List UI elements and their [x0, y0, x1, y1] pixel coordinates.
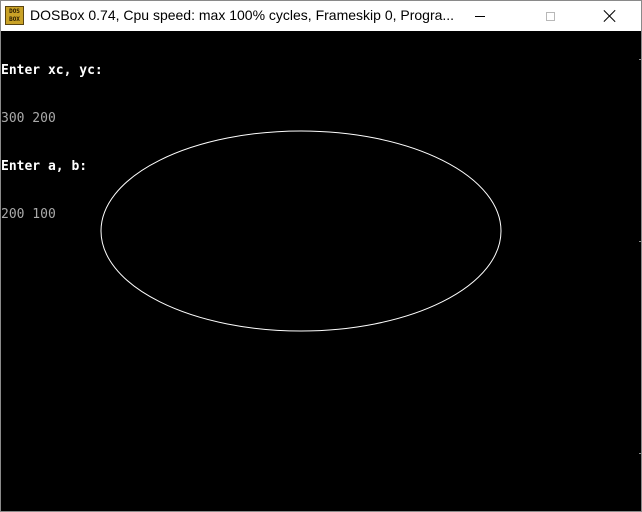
window-title: DOSBox 0.74, Cpu speed: max 100% cycles,…: [30, 7, 455, 23]
dos-screen[interactable]: Enter xc, yc: 300 200 Enter a, b: 200 10…: [1, 31, 641, 511]
close-icon: [603, 9, 617, 23]
close-button[interactable]: [587, 1, 633, 31]
window-edge-mark: [639, 59, 641, 60]
title-bar[interactable]: DOS BOX DOSBox 0.74, Cpu speed: max 100%…: [1, 1, 641, 31]
dosbox-window: DOS BOX DOSBox 0.74, Cpu speed: max 100%…: [0, 0, 642, 512]
window-edge-mark: [639, 241, 641, 242]
graphics-canvas: [100, 130, 502, 332]
dosbox-icon[interactable]: DOS BOX: [5, 6, 24, 25]
dosbox-icon-text-bottom: BOX: [9, 16, 20, 23]
drawn-ellipse: [100, 130, 502, 332]
minimize-button[interactable]: [457, 1, 503, 31]
window-edge-mark: [639, 453, 641, 454]
maximize-button[interactable]: [527, 1, 573, 31]
maximize-icon: [545, 11, 555, 21]
minimize-icon: [475, 15, 485, 17]
dosbox-icon-text-top: DOS: [9, 8, 20, 15]
